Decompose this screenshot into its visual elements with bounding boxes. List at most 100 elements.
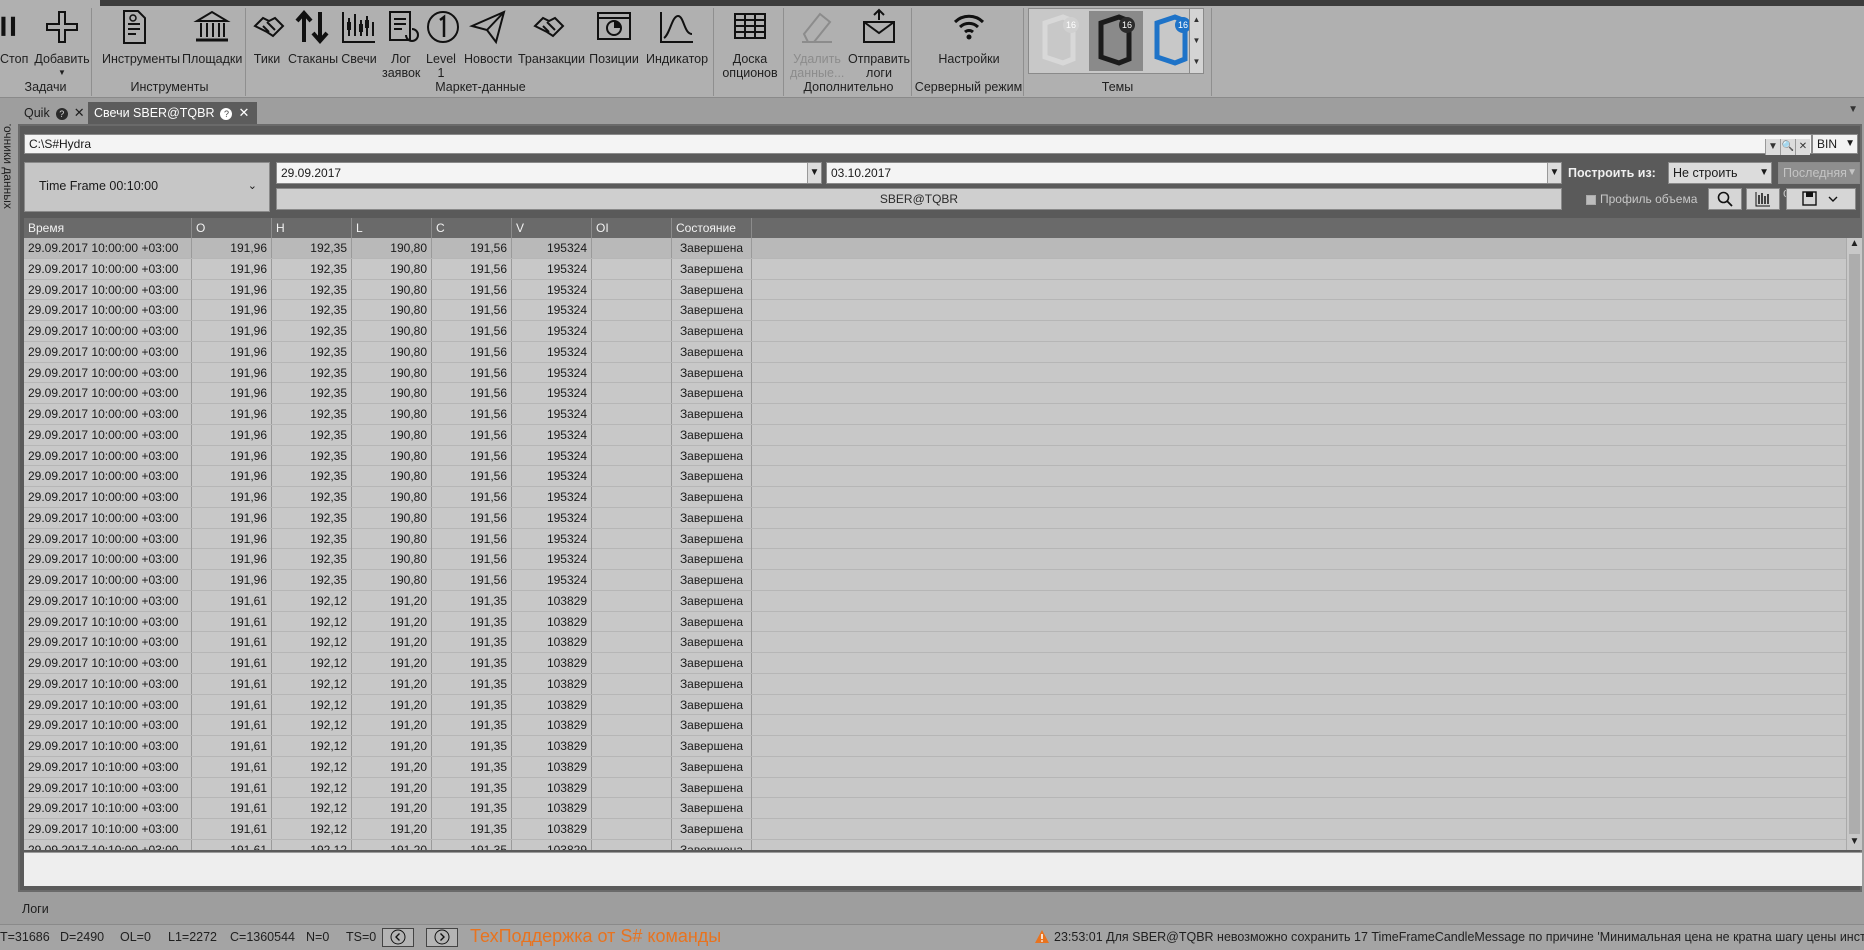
table-row[interactable]: 29.09.2017 10:10:00 +03:00 191,61 192,12 19… xyxy=(24,715,1846,736)
option-desk-button[interactable]: Доска опционов xyxy=(720,8,780,80)
close-icon[interactable]: ✕ xyxy=(74,105,85,120)
column-header-open[interactable]: O xyxy=(192,218,272,238)
cell-oi xyxy=(592,798,672,819)
close-icon[interactable]: ✕ xyxy=(238,105,249,120)
table-row[interactable]: 29.09.2017 10:10:00 +03:00 191,61 192,12 19… xyxy=(24,839,1846,850)
table-row[interactable]: 29.09.2017 10:00:00 +03:00 191,96 192,35 19… xyxy=(24,487,1846,508)
prev-button[interactable] xyxy=(382,928,414,947)
table-row[interactable]: 29.09.2017 10:00:00 +03:00 191,96 192,35 19… xyxy=(24,424,1846,446)
calendar-dropdown-icon[interactable]: ▼ xyxy=(807,163,821,183)
security-picker[interactable]: SBER@TQBR xyxy=(276,188,1562,210)
order-log-button[interactable]: Лог заявок xyxy=(382,8,420,80)
cell-high: 192,35 xyxy=(272,570,352,590)
search-button[interactable] xyxy=(1708,188,1742,210)
table-row[interactable]: 29.09.2017 10:00:00 +03:00 191,96 192,35 19… xyxy=(24,507,1846,529)
stop-button[interactable]: Стоп xyxy=(0,8,28,66)
date-from-field[interactable]: 29.09.2017 ▼ xyxy=(276,162,822,184)
cell-low: 190,80 xyxy=(352,487,432,507)
scroll-up-icon[interactable]: ▲ xyxy=(1847,238,1862,252)
help-icon[interactable]: ? xyxy=(220,107,233,120)
warning-icon xyxy=(1034,929,1050,947)
table-row[interactable]: 29.09.2017 10:10:00 +03:00 191,61 192,12 19… xyxy=(24,632,1846,653)
settings-button[interactable]: Настройки xyxy=(934,8,1004,66)
table-scrollbar[interactable]: ▲ ▼ xyxy=(1846,238,1862,850)
table-row[interactable]: 29.09.2017 10:00:00 +03:00 191,96 192,35 19… xyxy=(24,300,1846,321)
cell-volume: 103829 xyxy=(512,839,592,850)
table-row[interactable]: 29.09.2017 10:00:00 +03:00 191,96 192,35 19… xyxy=(24,238,1846,259)
table-row[interactable]: 29.09.2017 10:00:00 +03:00 191,96 192,35 19… xyxy=(24,362,1846,384)
table-row[interactable]: 29.09.2017 10:00:00 +03:00 191,96 192,35 19… xyxy=(24,528,1846,550)
themes-scroll[interactable]: ▲ ▼ ▼ xyxy=(1189,9,1203,73)
table-row[interactable]: 29.09.2017 10:00:00 +03:00 191,96 192,35 19… xyxy=(24,383,1846,404)
exchanges-button[interactable]: Площадки xyxy=(182,8,242,66)
build-from-select[interactable]: Не строить ▼ xyxy=(1668,162,1772,184)
logs-tab[interactable]: Логи xyxy=(22,902,49,916)
table-row[interactable]: 29.09.2017 10:00:00 +03:00 191,96 192,35 19… xyxy=(24,279,1846,301)
theme-office-light[interactable]: 16 xyxy=(1033,11,1087,71)
column-header-low[interactable]: L xyxy=(352,218,432,238)
last-trade-select[interactable]: Последняя сд▼ xyxy=(1778,162,1860,200)
scroll-down-icon[interactable]: ▼ xyxy=(1847,836,1862,850)
column-header-close[interactable]: C xyxy=(432,218,512,238)
positions-button[interactable]: Позиции xyxy=(588,8,640,66)
column-header-time[interactable]: Время xyxy=(24,218,192,238)
support-link[interactable]: ТехПоддержка от S# команды xyxy=(470,926,721,947)
table-row[interactable]: 29.09.2017 10:10:00 +03:00 191,61 192,12 19… xyxy=(24,819,1846,840)
table-row[interactable]: 29.09.2017 10:00:00 +03:00 191,96 192,35 19… xyxy=(24,549,1846,570)
column-header-high[interactable]: H xyxy=(272,218,352,238)
table-row[interactable]: 29.09.2017 10:00:00 +03:00 191,96 192,35 19… xyxy=(24,404,1846,425)
tab-candles-sber[interactable]: Свечи SBER@TQBR? ✕ xyxy=(88,102,258,124)
cell-oi xyxy=(592,528,672,549)
theme-office-dark[interactable]: 16 xyxy=(1089,11,1143,71)
table-row[interactable]: 29.09.2017 10:10:00 +03:00 191,61 192,12 19… xyxy=(24,756,1846,778)
add-button[interactable]: Добавить ▼ xyxy=(34,8,90,80)
cell-low: 191,20 xyxy=(352,673,432,694)
transactions-button[interactable]: Транзакции xyxy=(518,8,585,66)
scroll-thumb[interactable] xyxy=(1849,254,1860,834)
table-row[interactable]: 29.09.2017 10:10:00 +03:00 191,61 192,12 19… xyxy=(24,673,1846,695)
candles-button[interactable]: Свечи xyxy=(340,8,378,66)
table-row[interactable]: 29.09.2017 10:10:00 +03:00 191,61 192,12 19… xyxy=(24,798,1846,819)
export-button[interactable] xyxy=(1786,188,1856,210)
format-select[interactable]: BIN ▼ xyxy=(1812,134,1858,154)
order-books-button[interactable]: Стаканы xyxy=(288,8,338,66)
table-row[interactable]: 29.09.2017 10:00:00 +03:00 191,96 192,35 19… xyxy=(24,466,1846,487)
tab-quik[interactable]: Quik? ✕ xyxy=(18,102,93,124)
chart-button[interactable] xyxy=(1746,188,1780,210)
browse-icon[interactable]: 🔍 xyxy=(1780,139,1795,155)
tabs-menu-chevron-icon[interactable]: ▼ xyxy=(1848,104,1858,115)
table-row[interactable]: 29.09.2017 10:00:00 +03:00 191,96 192,35 19… xyxy=(24,341,1846,363)
delete-data-button[interactable]: Удалить данные... xyxy=(790,8,844,80)
path-dropdown-icon[interactable]: ▼ xyxy=(1765,139,1780,155)
date-to-field[interactable]: 03.10.2017 ▼ xyxy=(826,162,1562,184)
send-logs-button[interactable]: Отправить логи xyxy=(848,8,910,80)
table-row[interactable]: 29.09.2017 10:00:00 +03:00 191,96 192,35 19… xyxy=(24,321,1846,342)
indicator-button[interactable]: Индикатор xyxy=(646,8,708,66)
cell-open: 191,61 xyxy=(192,694,272,715)
table-row[interactable]: 29.09.2017 10:10:00 +03:00 191,61 192,12 19… xyxy=(24,694,1846,716)
help-icon[interactable]: ? xyxy=(55,107,68,120)
column-header-volume[interactable]: V xyxy=(512,218,592,238)
column-header-state[interactable]: Состояние xyxy=(672,218,752,238)
table-row[interactable]: 29.09.2017 10:00:00 +03:00 191,96 192,35 19… xyxy=(24,570,1846,591)
clear-icon[interactable]: ✕ xyxy=(1795,139,1810,155)
table-row[interactable]: 29.09.2017 10:10:00 +03:00 191,61 192,12 19… xyxy=(24,653,1846,674)
ribbon-active-tab[interactable] xyxy=(0,0,100,6)
calendar-dropdown-icon[interactable]: ▼ xyxy=(1547,163,1561,183)
table-row[interactable]: 29.09.2017 10:00:00 +03:00 191,96 192,35 19… xyxy=(24,258,1846,280)
table-row[interactable]: 29.09.2017 10:10:00 +03:00 191,61 192,12 19… xyxy=(24,611,1846,633)
ticks-button[interactable]: Тики xyxy=(252,8,285,66)
column-header-oi[interactable]: OI xyxy=(592,218,672,238)
news-button[interactable]: Новости xyxy=(464,8,512,66)
table-row[interactable]: 29.09.2017 10:10:00 +03:00 191,61 192,12 19… xyxy=(24,777,1846,799)
next-button[interactable] xyxy=(426,928,458,947)
level1-button[interactable]: Level 1 xyxy=(424,8,459,80)
table-row[interactable]: 29.09.2017 10:10:00 +03:00 191,61 192,12 19… xyxy=(24,736,1846,757)
cell-close: 191,35 xyxy=(432,839,512,850)
instruments-button[interactable]: Инструменты xyxy=(102,8,180,66)
volume-profile-checkbox[interactable]: Профиль объема xyxy=(1586,192,1697,206)
table-row[interactable]: 29.09.2017 10:10:00 +03:00 191,61 192,12 19… xyxy=(24,590,1846,612)
table-row[interactable]: 29.09.2017 10:00:00 +03:00 191,96 192,35 19… xyxy=(24,445,1846,467)
timeframe-select[interactable]: Time Frame 00:10:00 ⌄ xyxy=(24,162,270,212)
storage-path-field[interactable]: C:\S#Hydra ▼ 🔍 ✕ xyxy=(24,134,1812,155)
